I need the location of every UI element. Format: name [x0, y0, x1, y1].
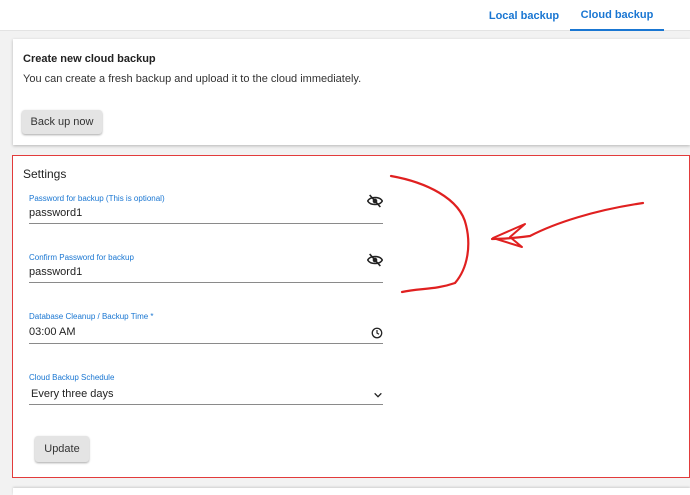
confirm-password-label: Confirm Password for backup [29, 253, 134, 262]
create-backup-title: Create new cloud backup [23, 53, 156, 65]
schedule-label: Cloud Backup Schedule [29, 373, 115, 382]
password-field[interactable]: Password for backup (This is optional) p… [29, 194, 383, 224]
backup-time-field[interactable]: Database Cleanup / Backup Time * 03:00 A… [29, 312, 383, 344]
next-card-edge [13, 488, 690, 495]
annotation-arrowhead [492, 223, 526, 248]
back-up-now-button[interactable]: Back up now [22, 110, 102, 134]
create-backup-description: You can create a fresh backup and upload… [23, 73, 362, 85]
create-backup-card: Create new cloud backup You can create a… [13, 39, 690, 145]
tab-cloud-backup[interactable]: Cloud backup [570, 0, 664, 31]
settings-title: Settings [23, 167, 67, 181]
update-button[interactable]: Update [35, 436, 89, 462]
schedule-value[interactable]: Every three days [31, 388, 114, 400]
chevron-down-icon[interactable] [373, 390, 383, 400]
backup-time-value[interactable]: 03:00 AM [29, 326, 75, 338]
password-value[interactable]: password1 [29, 207, 82, 219]
annotation-drawing [389, 174, 645, 294]
password-label: Password for backup (This is optional) [29, 194, 165, 203]
confirm-password-field[interactable]: Confirm Password for backup password1 [29, 253, 383, 283]
annotation-bracket [389, 174, 470, 294]
tab-local-backup[interactable]: Local backup [480, 0, 568, 31]
tabs-bar: Local backup Cloud backup [0, 0, 690, 31]
confirm-password-value[interactable]: password1 [29, 266, 82, 278]
clock-icon[interactable] [371, 327, 383, 339]
schedule-select[interactable]: Cloud Backup Schedule Every three days [29, 373, 383, 405]
backup-time-label: Database Cleanup / Backup Time * [29, 312, 154, 321]
